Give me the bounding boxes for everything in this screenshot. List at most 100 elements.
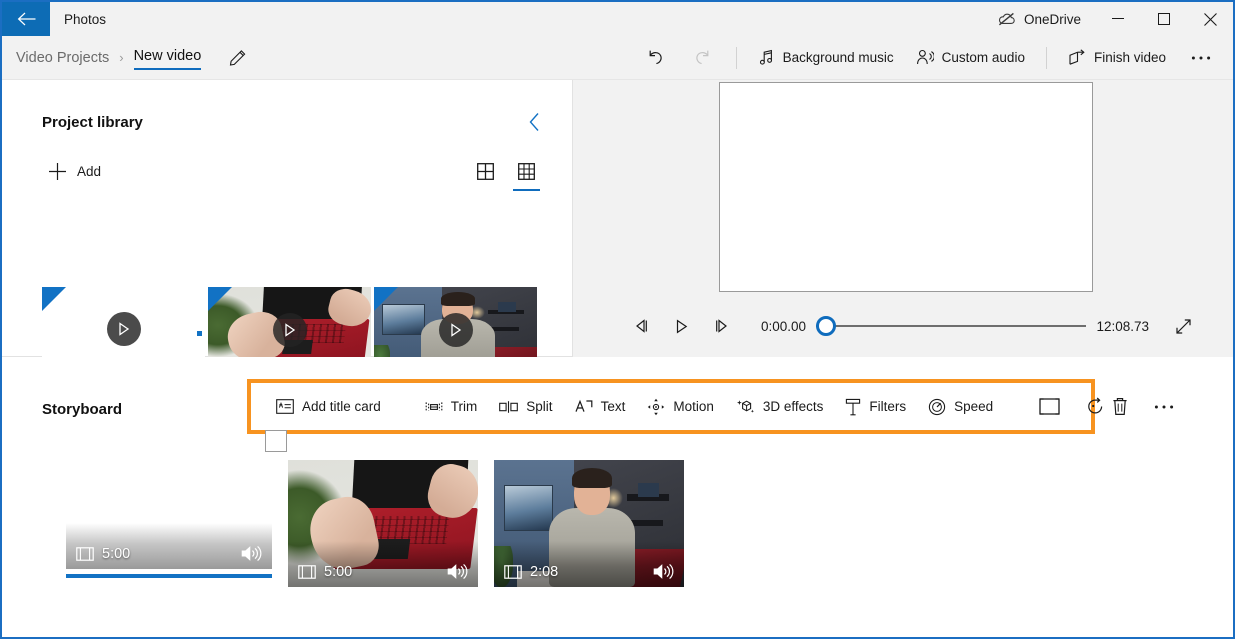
motion-button[interactable]: Motion — [636, 390, 725, 424]
fullscreen-button[interactable] — [1163, 310, 1203, 342]
speed-gauge-icon — [928, 398, 946, 416]
clip-duration-label: 5:00 — [102, 546, 131, 562]
speaker-icon[interactable] — [241, 545, 262, 562]
redo-button[interactable] — [679, 42, 726, 74]
rename-project-button[interactable] — [229, 49, 247, 67]
previous-frame-button[interactable] — [621, 310, 661, 342]
close-icon — [1203, 12, 1217, 26]
trim-label: Trim — [450, 399, 478, 414]
storyboard-overflow-button[interactable] — [1141, 390, 1187, 424]
play-icon[interactable] — [272, 312, 307, 347]
custom-audio-label: Custom audio — [941, 50, 1025, 65]
close-button[interactable] — [1187, 2, 1233, 36]
speaker-icon[interactable] — [447, 563, 468, 580]
video-corner-badge-icon — [208, 287, 232, 311]
play-button[interactable] — [661, 310, 701, 342]
clip-duration-label: 5:00 — [324, 564, 353, 580]
motion-label: Motion — [673, 399, 714, 414]
scrubber-track — [816, 325, 1087, 327]
breadcrumb-video-projects[interactable]: Video Projects — [16, 50, 109, 66]
background-music-button[interactable]: Background music — [747, 42, 905, 74]
filters-button[interactable]: Filters — [834, 390, 917, 424]
speed-button[interactable]: Speed — [917, 390, 1004, 424]
speed-label: Speed — [954, 399, 994, 414]
undo-icon — [646, 49, 665, 66]
photos-video-editor-window: Photos OneDrive Video Projects › New vid… — [0, 0, 1235, 639]
app-title: Photos — [64, 11, 107, 27]
clip-selected-indicator — [66, 574, 272, 578]
maximize-button[interactable] — [1141, 2, 1187, 36]
cloud-offline-icon — [997, 12, 1016, 26]
split-button[interactable]: Split — [488, 390, 563, 424]
film-strip-icon — [298, 565, 316, 579]
split-label: Split — [526, 399, 553, 414]
play-icon[interactable] — [106, 312, 141, 346]
clip-duration: 5:00 — [298, 564, 352, 580]
command-bar: Video Projects › New video Background mu… — [2, 36, 1233, 80]
library-view-toggles — [474, 160, 540, 191]
trash-icon — [1112, 397, 1128, 416]
back-button[interactable] — [2, 2, 50, 36]
clip-info-overlay: 5:00 — [288, 541, 478, 587]
project-library-header: Project library — [2, 80, 572, 136]
title-card-icon — [276, 399, 294, 414]
resize-frame-icon — [1039, 398, 1060, 415]
play-icon[interactable] — [438, 312, 473, 347]
person-audio-icon — [916, 49, 934, 66]
storyboard-extra-actions — [1099, 379, 1187, 434]
next-frame-icon — [714, 319, 729, 333]
previous-frame-icon — [634, 319, 649, 333]
filters-icon — [845, 398, 861, 416]
storyboard-clip-title-card[interactable]: 5:00 — [66, 430, 287, 578]
storyboard-clip-list: 5:00 5:00 2:08 — [66, 430, 684, 587]
add-media-button[interactable]: Add — [42, 158, 107, 185]
3d-effects-button[interactable]: 3D effects — [725, 390, 835, 424]
text-icon — [575, 399, 593, 414]
playback-scrubber[interactable] — [816, 314, 1087, 338]
finish-video-button[interactable]: Finish video — [1057, 42, 1177, 74]
onedrive-status[interactable]: OneDrive — [983, 2, 1095, 36]
video-preview-surface[interactable] — [719, 82, 1093, 292]
grid-2x2-icon — [477, 163, 494, 180]
project-library-toolbar: Add — [2, 136, 572, 191]
grid-3x3-icon — [518, 163, 535, 180]
fullscreen-icon — [1175, 318, 1192, 335]
add-title-card-button[interactable]: Add title card — [265, 390, 392, 424]
storyboard-clip-person[interactable]: 2:08 — [494, 460, 684, 587]
delete-button[interactable] — [1099, 390, 1141, 424]
trim-button[interactable]: Trim — [414, 390, 489, 424]
pencil-icon — [229, 49, 247, 67]
collapse-library-button[interactable] — [524, 108, 546, 136]
clip-duration: 2:08 — [504, 564, 558, 580]
storyboard-panel: Storyboard Add title card Trim Split Tex… — [2, 357, 1233, 637]
maximize-icon — [1158, 13, 1170, 25]
minimize-icon — [1112, 18, 1124, 20]
clip-duration-label: 2:08 — [530, 564, 559, 580]
resize-button[interactable] — [1026, 390, 1073, 424]
preview-panel: 0:00.00 12:08.73 — [573, 80, 1233, 357]
command-overflow-button[interactable] — [1177, 42, 1225, 74]
command-divider-2 — [1045, 46, 1047, 69]
clip-duration: 5:00 — [76, 546, 130, 562]
storyboard-clip-laptop[interactable]: 5:00 — [288, 460, 478, 587]
clip-info-overlay: 5:00 — [66, 523, 272, 569]
background-music-label: Background music — [782, 50, 894, 65]
grid-2x2-view-button[interactable] — [474, 160, 497, 183]
custom-audio-button[interactable]: Custom audio — [905, 42, 1036, 74]
next-frame-button[interactable] — [701, 310, 741, 342]
speaker-icon[interactable] — [653, 563, 674, 580]
grid-3x3-view-button[interactable] — [513, 160, 540, 191]
share-export-icon — [1068, 49, 1086, 66]
breadcrumb-current-project[interactable]: New video — [133, 48, 201, 70]
clip-thumbnail: 5:00 — [66, 460, 272, 569]
add-media-label: Add — [77, 164, 102, 179]
scrubber-handle[interactable] — [816, 316, 837, 336]
minimize-button[interactable] — [1095, 2, 1141, 36]
undo-button[interactable] — [632, 42, 679, 74]
clip-thumbnail: 2:08 — [494, 460, 684, 587]
clip-select-checkbox[interactable] — [265, 430, 287, 452]
text-button[interactable]: Text — [564, 390, 637, 424]
storyboard-toolbar: Add title card Trim Split Text Motion 3D… — [247, 379, 1103, 434]
clip-info-overlay: 2:08 — [494, 541, 684, 587]
ellipsis-icon — [1154, 404, 1174, 410]
